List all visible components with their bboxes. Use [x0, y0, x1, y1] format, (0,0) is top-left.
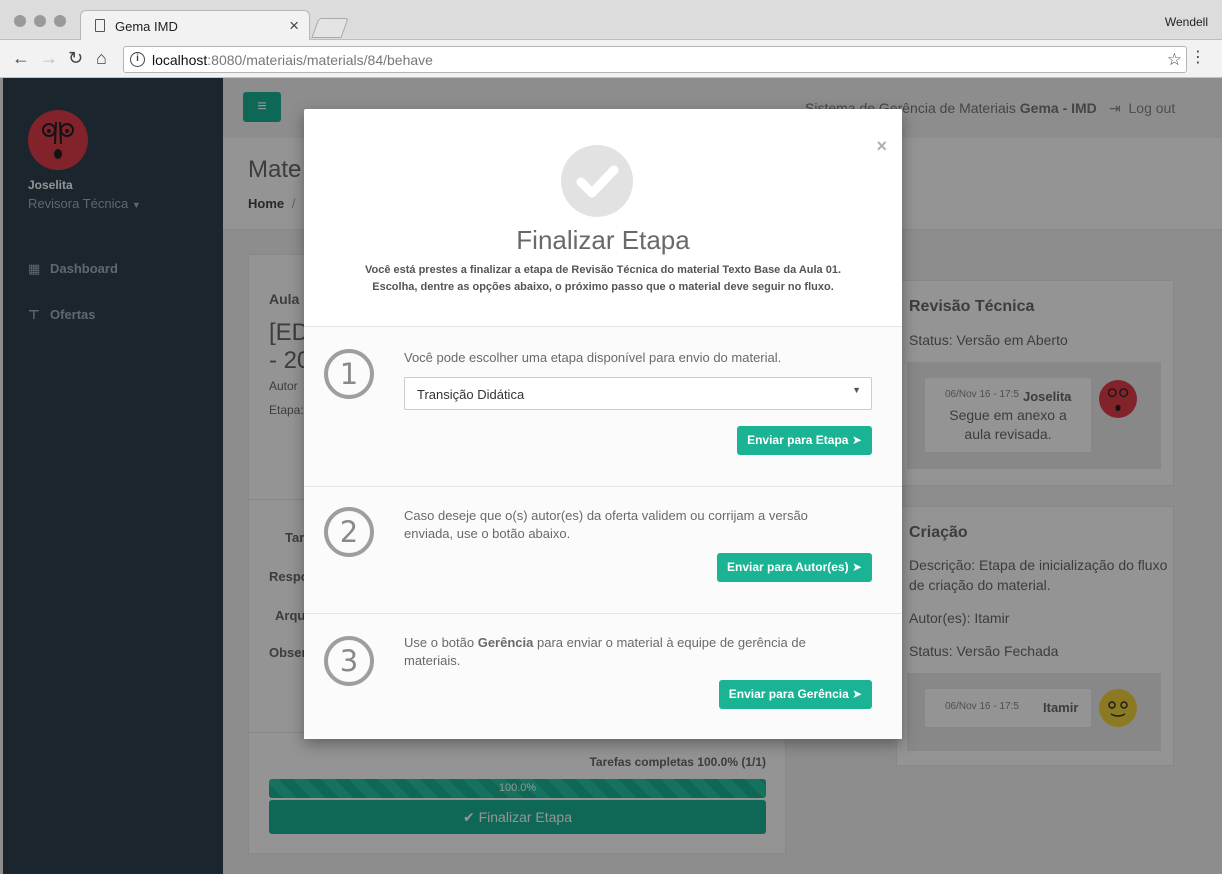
tab-close-icon[interactable]: × — [289, 16, 299, 36]
step-text: Você pode escolher uma etapa disponível … — [404, 350, 782, 365]
step-1: 1 Você pode escolher uma etapa disponíve… — [304, 327, 902, 487]
browser-menu-icon[interactable]: ⋮ — [1190, 49, 1206, 67]
step-text-line2: enviada, use o botão abaixo. — [404, 526, 571, 541]
paper-plane-icon: ➤ — [852, 687, 863, 701]
send-to-authors-label: Enviar para Autor(es) — [727, 560, 849, 574]
step-number: 3 — [324, 636, 374, 686]
modal-subtitle-line1: Você está prestes a finalizar a etapa de… — [364, 264, 842, 276]
window-close-button[interactable] — [14, 15, 26, 27]
send-to-authors-button[interactable]: Enviar para Autor(es) ➤ — [717, 553, 872, 582]
modal-body: 1 Você pode escolher uma etapa disponíve… — [304, 326, 902, 739]
send-to-management-label: Enviar para Gerência — [728, 687, 849, 701]
caret-down-icon: ▼ — [852, 385, 861, 395]
step-3: 3 Use o botão Gerência para enviar o mat… — [304, 614, 902, 740]
page-icon — [95, 19, 105, 32]
step-text-pre: Use o botão — [404, 635, 478, 650]
tab-title: Gema IMD — [115, 19, 178, 34]
step-number: 2 — [324, 507, 374, 557]
address-bar[interactable]: i localhost:8080/materiais/materials/84/… — [123, 46, 1187, 73]
check-circle-icon — [561, 145, 633, 217]
stage-select-value: Transição Didática — [417, 387, 525, 402]
close-icon[interactable]: × — [876, 136, 887, 157]
step-number: 1 — [324, 349, 374, 399]
finalize-stage-modal: × Finalizar Etapa Você está prestes a fi… — [304, 109, 902, 739]
send-to-stage-button[interactable]: Enviar para Etapa ➤ — [737, 426, 872, 455]
url-host: localhost — [152, 52, 208, 68]
step-text-post: para enviar o material à equipe de gerên… — [533, 635, 806, 650]
send-to-stage-label: Enviar para Etapa — [747, 433, 849, 447]
step-text-line2: materiais. — [404, 653, 461, 668]
send-to-management-button[interactable]: Enviar para Gerência ➤ — [719, 680, 872, 709]
paper-plane-icon: ➤ — [851, 433, 862, 447]
bookmark-star-icon[interactable]: ☆ — [1167, 50, 1182, 70]
paper-plane-icon: ➤ — [851, 560, 862, 574]
window-minimize-button[interactable] — [34, 15, 46, 27]
reload-icon[interactable]: ↻ — [68, 47, 83, 69]
tab-strip: Gema IMD × Wendell — [0, 0, 1222, 41]
forward-icon[interactable]: → — [40, 47, 58, 69]
step-text-bold: Gerência — [477, 635, 534, 650]
url-path: :8080/materiais/materials/84/behave — [207, 52, 433, 68]
info-icon[interactable]: i — [130, 52, 145, 67]
home-icon[interactable]: ⌂ — [96, 47, 107, 69]
step-2: 2 Caso deseje que o(s) autor(es) da ofer… — [304, 487, 902, 614]
step-text-line1: Caso deseje que o(s) autor(es) da oferta… — [404, 508, 808, 523]
browser-toolbar: ← → ↻ ⌂ i localhost:8080/materiais/mater… — [0, 40, 1222, 78]
new-tab-button[interactable] — [311, 18, 349, 38]
window-maximize-button[interactable] — [54, 15, 66, 27]
back-icon[interactable]: ← — [12, 47, 30, 69]
modal-subtitle-line2: Escolha, dentre as opções abaixo, o próx… — [372, 281, 834, 293]
step-text-line1: Use o botão Gerência para enviar o mater… — [404, 634, 844, 652]
browser-tab[interactable]: Gema IMD × — [80, 10, 310, 41]
stage-select[interactable]: Transição Didática ▼ — [404, 377, 872, 410]
browser-chrome: Gema IMD × Wendell ← → ↻ ⌂ i localhost:8… — [0, 0, 1222, 78]
modal-title: Finalizar Etapa — [516, 225, 690, 255]
profile-name[interactable]: Wendell — [1165, 15, 1208, 29]
